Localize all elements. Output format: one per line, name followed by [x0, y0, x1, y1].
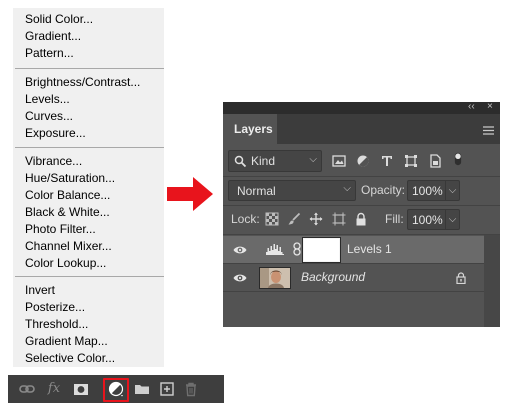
lock-image-pixels-icon[interactable]: [287, 212, 301, 226]
pointer-arrow-icon: [166, 176, 214, 212]
lock-all-icon[interactable]: [354, 212, 368, 226]
opacity-value: 100%: [412, 184, 443, 198]
visibility-eye-icon[interactable]: [233, 272, 247, 284]
layer-row-background[interactable]: Background: [223, 264, 484, 291]
menu-item-photo-filter[interactable]: Photo Filter...: [25, 221, 96, 238]
collapse-panel-icon[interactable]: ‹‹: [468, 101, 475, 113]
chevron-down-icon: ⌵: [309, 154, 317, 165]
mask-link-icon[interactable]: [293, 242, 301, 256]
menu-item-black-white[interactable]: Black & White...: [25, 204, 110, 221]
menu-separator: [15, 276, 164, 277]
menu-item-selective-color[interactable]: Selective Color...: [25, 350, 115, 367]
layer-name-background[interactable]: Background: [301, 270, 365, 284]
filter-smart-object-icon[interactable]: [428, 154, 442, 168]
menu-item-invert[interactable]: Invert: [25, 282, 55, 299]
lock-label: Lock:: [231, 212, 260, 226]
menu-item-curves[interactable]: Curves...: [25, 108, 73, 125]
menu-item-vibrance[interactable]: Vibrance...: [25, 153, 82, 170]
lock-position-icon[interactable]: [309, 212, 323, 226]
levels-histogram-icon: [266, 244, 284, 255]
fx-icon[interactable]: fx: [45, 380, 63, 398]
layer-row-levels[interactable]: Levels 1: [223, 236, 484, 263]
menu-item-solid-color[interactable]: Solid Color...: [25, 11, 93, 28]
menu-item-levels[interactable]: Levels...: [25, 91, 70, 108]
menu-separator: [15, 68, 164, 69]
blend-mode-select[interactable]: Normal ⌵: [228, 180, 356, 201]
panel-menu-icon[interactable]: [483, 124, 494, 135]
layer-mask-thumbnail[interactable]: [302, 237, 341, 263]
background-thumbnail[interactable]: [259, 267, 291, 289]
row-separator: [223, 234, 500, 235]
menu-item-color-lookup[interactable]: Color Lookup...: [25, 255, 106, 272]
filter-pixel-icon[interactable]: [332, 154, 346, 168]
filter-kind-label: Kind: [251, 154, 276, 168]
menu-item-pattern[interactable]: Pattern...: [25, 45, 74, 62]
menu-item-threshold[interactable]: Threshold...: [25, 316, 88, 333]
row-separator: [223, 291, 484, 292]
opacity-label: Opacity:: [361, 183, 406, 197]
search-icon: [234, 155, 247, 168]
filter-adjustment-icon[interactable]: [356, 154, 370, 168]
visibility-eye-icon[interactable]: [233, 244, 247, 256]
menu-separator: [15, 147, 164, 148]
blend-mode-value: Normal: [237, 184, 276, 198]
adjustment-layer-icon[interactable]: [107, 380, 125, 398]
filter-shape-icon[interactable]: [404, 154, 418, 168]
add-mask-icon[interactable]: [72, 380, 90, 398]
row-separator: [223, 205, 500, 206]
fill-field[interactable]: 100% ⌵: [407, 209, 460, 230]
menu-item-hue-saturation[interactable]: Hue/Saturation...: [25, 170, 115, 187]
fill-label: Fill:: [385, 212, 404, 226]
layer-name-levels[interactable]: Levels 1: [347, 242, 392, 256]
adjustment-menu: Solid Color... Gradient... Pattern... Br…: [13, 8, 164, 367]
chevron-down-icon: ⌵: [343, 183, 351, 194]
lock-artboard-icon[interactable]: [332, 212, 346, 226]
menu-item-gradient-map[interactable]: Gradient Map...: [25, 333, 108, 350]
new-layer-icon[interactable]: [158, 380, 176, 398]
chevron-down-icon[interactable]: ⌵: [445, 210, 459, 229]
menu-item-exposure[interactable]: Exposure...: [25, 125, 86, 142]
link-icon[interactable]: [18, 380, 36, 398]
tab-layers[interactable]: Layers: [223, 114, 277, 144]
close-panel-icon[interactable]: ×: [487, 101, 493, 113]
filter-kind-select[interactable]: Kind ⌵: [228, 150, 322, 172]
layers-panel: ‹‹ × Layers Kind ⌵ Normal ⌵ Opacity: 100…: [223, 101, 500, 327]
row-separator: [223, 176, 500, 177]
layer-lock-icon: [456, 272, 466, 284]
filter-type-icon[interactable]: [380, 154, 394, 168]
menu-item-posterize[interactable]: Posterize...: [25, 299, 85, 316]
menu-item-color-balance[interactable]: Color Balance...: [25, 187, 110, 204]
panel-tab-bar: Layers: [223, 114, 500, 144]
layers-scrollbar[interactable]: [484, 235, 500, 327]
filter-toggle-icon[interactable]: [451, 152, 462, 170]
layers-bottom-toolbar: fx: [8, 375, 224, 403]
menu-item-channel-mixer[interactable]: Channel Mixer...: [25, 238, 112, 255]
fill-value: 100%: [412, 213, 443, 227]
menu-item-gradient[interactable]: Gradient...: [25, 28, 81, 45]
trash-icon[interactable]: [182, 380, 200, 398]
folder-icon[interactable]: [133, 380, 151, 398]
lock-transparent-pixels-icon[interactable]: [265, 212, 279, 226]
opacity-field[interactable]: 100% ⌵: [407, 180, 460, 201]
menu-item-brightness-contrast[interactable]: Brightness/Contrast...: [25, 74, 140, 91]
chevron-down-icon[interactable]: ⌵: [445, 181, 459, 200]
panel-title-bar: ‹‹ ×: [223, 101, 500, 114]
